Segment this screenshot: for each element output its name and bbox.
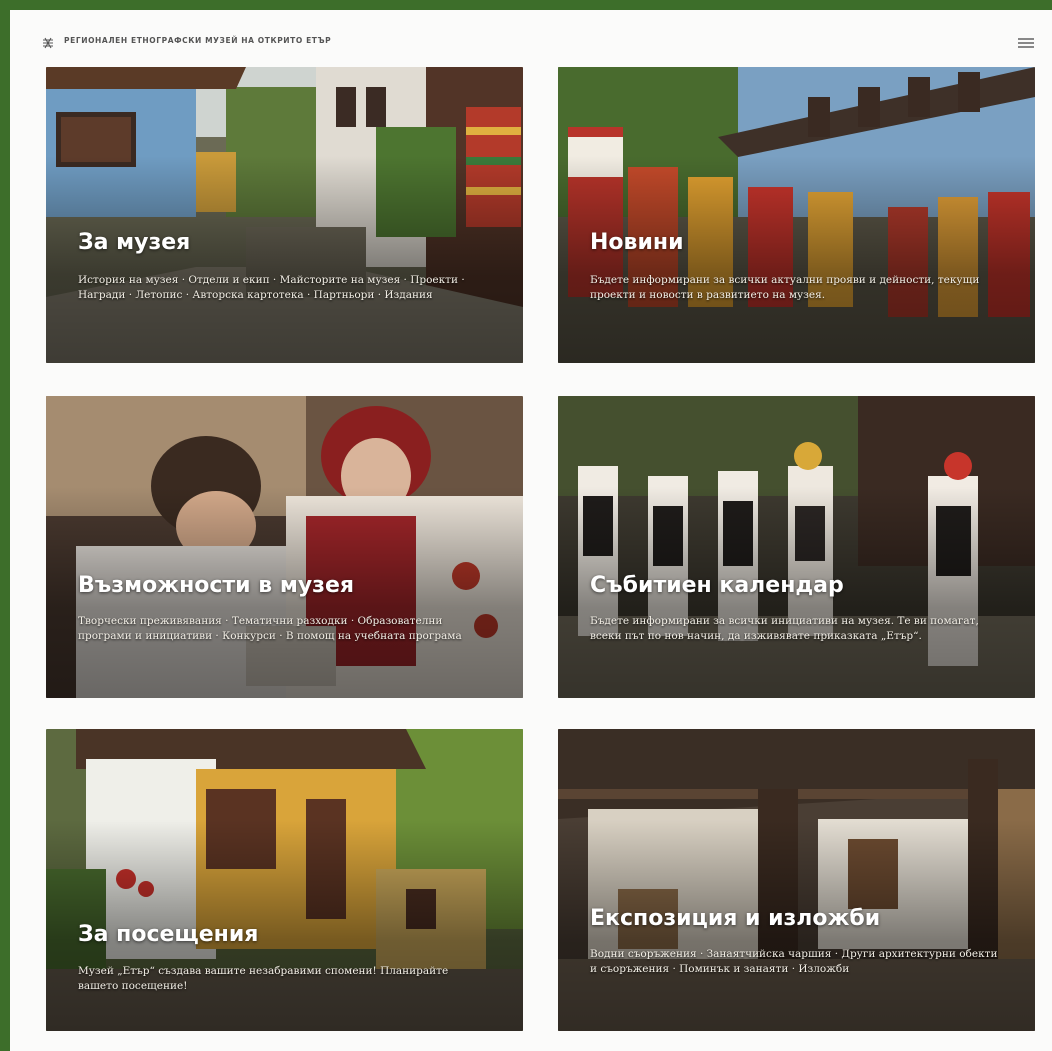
card-title: Възможности в музея (78, 573, 354, 598)
page: РЕГИОНАЛЕН ЕТНОГРАФСКИ МУЗЕЙ НА ОТКРИТО … (10, 10, 1052, 1051)
card-description: Творчески преживявания · Тематични разхо… (78, 615, 462, 642)
card-title: Събитиен календар (590, 573, 844, 598)
site-title[interactable]: РЕГИОНАЛЕН ЕТНОГРАФСКИ МУЗЕЙ НА ОТКРИТО … (64, 36, 331, 45)
card-title: За музея (78, 230, 191, 255)
card-description: Бъдете информирани за всички инициативи … (590, 615, 979, 642)
card-shade (46, 67, 523, 363)
card-opportunities[interactable]: Възможности в музея Творчески преживяван… (46, 396, 523, 698)
card-events-calendar[interactable]: Събитиен календар Бъдете информирани за … (558, 396, 1035, 698)
card-shade (558, 396, 1035, 698)
card-news[interactable]: Новини Бъдете информирани за всички акту… (558, 67, 1035, 363)
card-description: Музей „Етър“ създава вашите незабравими … (78, 965, 449, 992)
card-shade (558, 729, 1035, 1031)
hamburger-menu-icon[interactable] (1016, 35, 1036, 51)
card-about-museum[interactable]: За музея История на музея · Отдели и еки… (46, 67, 523, 363)
card-title: Експозиция и изложби (590, 906, 881, 931)
card-description: Водни съоръжения · Занаятчийска чаршия ·… (590, 948, 998, 975)
card-title: За посещения (78, 922, 259, 947)
card-shade (46, 396, 523, 698)
card-shade (558, 67, 1035, 363)
museum-logo-icon[interactable] (42, 37, 54, 49)
card-description: Бъдете информирани за всички актуални пр… (590, 274, 980, 301)
card-description: История на музея · Отдели и екип · Майст… (78, 274, 465, 301)
top-bar: РЕГИОНАЛЕН ЕТНОГРАФСКИ МУЗЕЙ НА ОТКРИТО … (10, 10, 1052, 66)
card-exposition[interactable]: Експозиция и изложби Водни съоръжения · … (558, 729, 1035, 1031)
card-title: Новини (590, 230, 684, 255)
card-visits[interactable]: За посещения Музей „Етър“ създава вашите… (46, 729, 523, 1031)
